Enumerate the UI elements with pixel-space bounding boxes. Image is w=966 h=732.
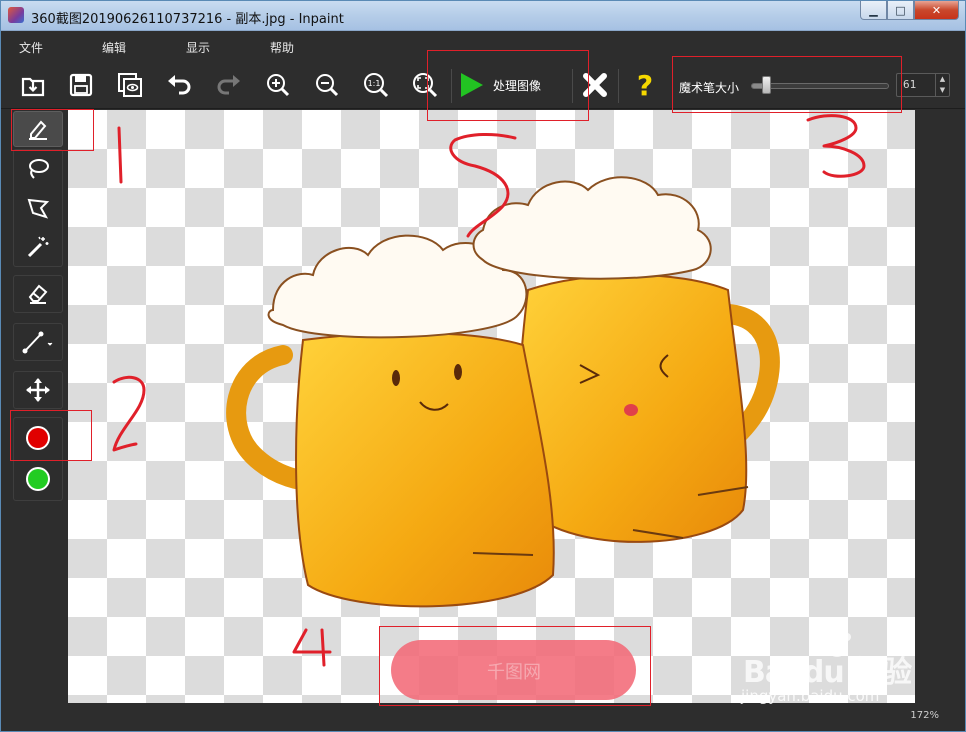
- menu-bar: 文件 编辑 显示 帮助: [1, 31, 965, 61]
- line-icon: [22, 331, 53, 354]
- line-tool[interactable]: [13, 324, 63, 360]
- marker-tool[interactable]: [13, 111, 63, 147]
- lasso-tool[interactable]: [13, 151, 63, 187]
- help-icon: ?: [636, 68, 654, 102]
- fit-screen-button[interactable]: [407, 67, 443, 103]
- green-color-button[interactable]: [13, 461, 63, 497]
- zoom-out-button[interactable]: [309, 67, 345, 103]
- toolbar: 1:1 处理图像 ? 魔术笔大小 61 ▲ ▼: [1, 61, 965, 109]
- magic-wand-size-value: 61: [903, 78, 917, 91]
- cancel-button[interactable]: [577, 67, 613, 103]
- magic-wand-tool[interactable]: [13, 229, 63, 265]
- move-icon: [26, 378, 50, 402]
- image-canvas[interactable]: 千图网: [68, 110, 915, 703]
- process-image-label: 处理图像: [493, 78, 542, 93]
- slider-track: [751, 83, 889, 89]
- undo-button[interactable]: [161, 67, 197, 103]
- menu-file[interactable]: 文件: [19, 39, 43, 56]
- slider-thumb[interactable]: [762, 76, 771, 94]
- maximize-button[interactable]: □: [887, 1, 914, 20]
- green-color-icon: [26, 467, 50, 491]
- polygon-lasso-tool[interactable]: [13, 190, 63, 226]
- close-button[interactable]: ✕: [914, 1, 959, 20]
- menu-view[interactable]: 显示: [186, 39, 210, 56]
- save-button[interactable]: [63, 67, 99, 103]
- status-bar: 172%: [1, 703, 965, 731]
- app-icon: [8, 7, 24, 23]
- tool-palette: [1, 109, 67, 703]
- minimize-button[interactable]: ▁: [860, 1, 887, 20]
- zoom-in-button[interactable]: [260, 67, 296, 103]
- red-color-icon: [26, 426, 50, 450]
- magic-wand-size-slider[interactable]: [751, 76, 889, 94]
- help-button[interactable]: ?: [627, 67, 663, 103]
- svg-text:1:1: 1:1: [368, 79, 381, 88]
- redo-button[interactable]: [211, 67, 247, 103]
- save-icon: [69, 73, 93, 97]
- redo-icon: [217, 75, 240, 95]
- window-title: 360截图20190626110737216 - 副本.jpg - Inpain…: [31, 12, 344, 27]
- magic-wand-icon: [27, 236, 49, 258]
- eraser-icon: [28, 284, 48, 304]
- play-icon: [461, 73, 483, 97]
- undo-icon: [168, 75, 191, 95]
- open-button[interactable]: [15, 67, 51, 103]
- process-image-button[interactable]: 处理图像: [457, 67, 569, 103]
- red-color-button[interactable]: [13, 420, 63, 456]
- spin-arrows[interactable]: ▲ ▼: [935, 74, 949, 96]
- fit-screen-icon: [413, 73, 438, 98]
- preview-button[interactable]: [112, 67, 148, 103]
- zoom-level: 172%: [910, 710, 939, 721]
- marker-icon: [29, 120, 47, 140]
- move-tool[interactable]: [13, 372, 63, 408]
- magic-wand-size-spinbox[interactable]: 61 ▲ ▼: [896, 73, 950, 97]
- svg-text:千图网: 千图网: [487, 662, 541, 683]
- menu-edit[interactable]: 编辑: [102, 39, 126, 56]
- eraser-tool[interactable]: [13, 276, 63, 312]
- menu-help[interactable]: 帮助: [270, 39, 294, 56]
- inpaint-window: 360截图20190626110737216 - 副本.jpg - Inpain…: [0, 0, 966, 732]
- right-panel: [915, 110, 965, 703]
- zoom-out-icon: [316, 74, 339, 97]
- preview-icon: [118, 73, 142, 97]
- polygon-lasso-icon: [27, 198, 50, 219]
- toolbar-separator: [618, 69, 619, 103]
- open-icon: [21, 77, 45, 97]
- close-x-icon: [583, 73, 607, 97]
- magic-wand-size-label: 魔术笔大小: [679, 81, 740, 95]
- beer-mugs-image: 千图网: [226, 176, 780, 700]
- actual-size-icon: 1:1: [364, 73, 389, 98]
- toolbar-separator: [572, 69, 573, 103]
- zoom-in-icon: [267, 74, 290, 97]
- lasso-icon: [29, 159, 49, 179]
- toolbar-separator: [451, 69, 452, 103]
- window-controls: ▁ □ ✕: [860, 1, 959, 21]
- title-bar: 360截图20190626110737216 - 副本.jpg - Inpain…: [1, 1, 965, 31]
- actual-size-button[interactable]: 1:1: [358, 67, 394, 103]
